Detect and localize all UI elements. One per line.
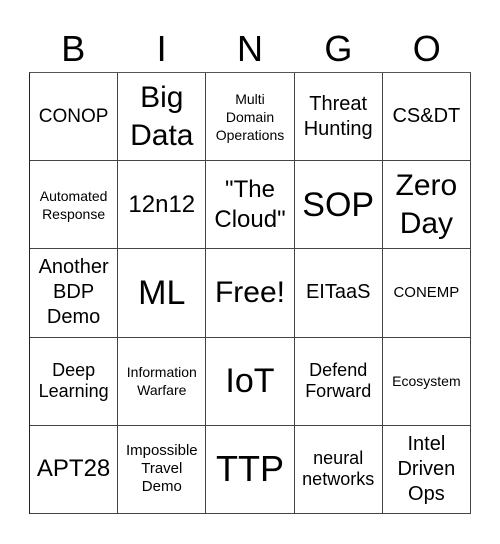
- bingo-cell-label: Information Warfare: [126, 364, 197, 399]
- bingo-grid: CONOP Big Data Multi Domain Operations Thre…: [29, 72, 471, 514]
- bingo-cell[interactable]: Free!: [206, 249, 295, 338]
- bingo-cell-label: 12n12: [128, 190, 196, 218]
- bingo-cell[interactable]: APT28: [30, 425, 119, 514]
- bingo-cell-label: Threat Hunting: [303, 92, 373, 140]
- bingo-cell[interactable]: Automated Response: [30, 161, 119, 250]
- header-letter-i: I: [156, 28, 167, 69]
- bingo-cell[interactable]: CS&DT: [382, 73, 471, 162]
- bingo-cell[interactable]: 12n12: [118, 161, 207, 250]
- bingo-cell[interactable]: Another BDP Demo: [30, 249, 119, 338]
- bingo-cell[interactable]: Defend Forward: [294, 337, 383, 426]
- bingo-cell-label: IoT: [225, 362, 275, 401]
- header-letter-n: N: [236, 28, 263, 69]
- bingo-cell-label: TTP: [215, 448, 284, 490]
- bingo-cell-label: APT28: [36, 455, 111, 483]
- bingo-cell-label: Deep Learning: [38, 360, 109, 402]
- bingo-cell[interactable]: TTP: [206, 425, 295, 514]
- bingo-cell-label: neural networks: [302, 448, 375, 490]
- bingo-cell-label: CS&DT: [392, 105, 461, 128]
- header-letter-g: G: [324, 28, 353, 69]
- bingo-cell-label: EITaaS: [305, 281, 371, 304]
- bingo-cell-label: Impossible Travel Demo: [125, 442, 198, 496]
- bingo-cell[interactable]: Multi Domain Operations: [206, 73, 295, 162]
- bingo-cell[interactable]: Big Data: [118, 73, 207, 162]
- bingo-cell-label: Big Data: [130, 80, 194, 152]
- bingo-cell[interactable]: ML: [118, 249, 207, 338]
- bingo-cell-label: Intel Driven Ops: [397, 432, 456, 505]
- header-letter-o: O: [412, 28, 441, 69]
- bingo-cell-label: SOP: [302, 185, 375, 224]
- bingo-header: B I N G O: [29, 26, 471, 72]
- bingo-cell-label: Defend Forward: [305, 360, 372, 402]
- bingo-cell[interactable]: Deep Learning: [30, 337, 119, 426]
- bingo-cell[interactable]: CONEMP: [382, 249, 471, 338]
- bingo-cell-label: Another BDP Demo: [38, 256, 109, 329]
- bingo-cell[interactable]: Impossible Travel Demo: [118, 425, 207, 514]
- bingo-cell-label: "The Cloud": [214, 175, 286, 233]
- bingo-cell[interactable]: CONOP: [30, 73, 119, 162]
- bingo-cell[interactable]: neural networks: [294, 425, 383, 514]
- bingo-cell-label: ML: [138, 273, 186, 312]
- bingo-cell[interactable]: Intel Driven Ops: [382, 425, 471, 514]
- bingo-cell[interactable]: EITaaS: [294, 249, 383, 338]
- header-letter-b: B: [61, 28, 86, 69]
- bingo-cell[interactable]: "The Cloud": [206, 161, 295, 250]
- bingo-cell-label: Free!: [214, 275, 285, 309]
- bingo-cell-label: CONEMP: [393, 283, 460, 301]
- bingo-cell-label: CONOP: [38, 105, 109, 127]
- bingo-cell[interactable]: IoT: [206, 337, 295, 426]
- bingo-cell[interactable]: SOP: [294, 161, 383, 250]
- bingo-cell-label: Multi Domain Operations: [215, 90, 285, 143]
- bingo-cell-label: Ecosystem: [392, 373, 461, 390]
- bingo-cell-label: Automated Response: [39, 187, 108, 222]
- bingo-cell[interactable]: Threat Hunting: [294, 73, 383, 162]
- bingo-cell[interactable]: Ecosystem: [382, 337, 471, 426]
- bingo-cell[interactable]: Zero Day: [382, 161, 471, 250]
- bingo-cell[interactable]: Information Warfare: [118, 337, 207, 426]
- bingo-cell-label: Zero Day: [395, 168, 458, 240]
